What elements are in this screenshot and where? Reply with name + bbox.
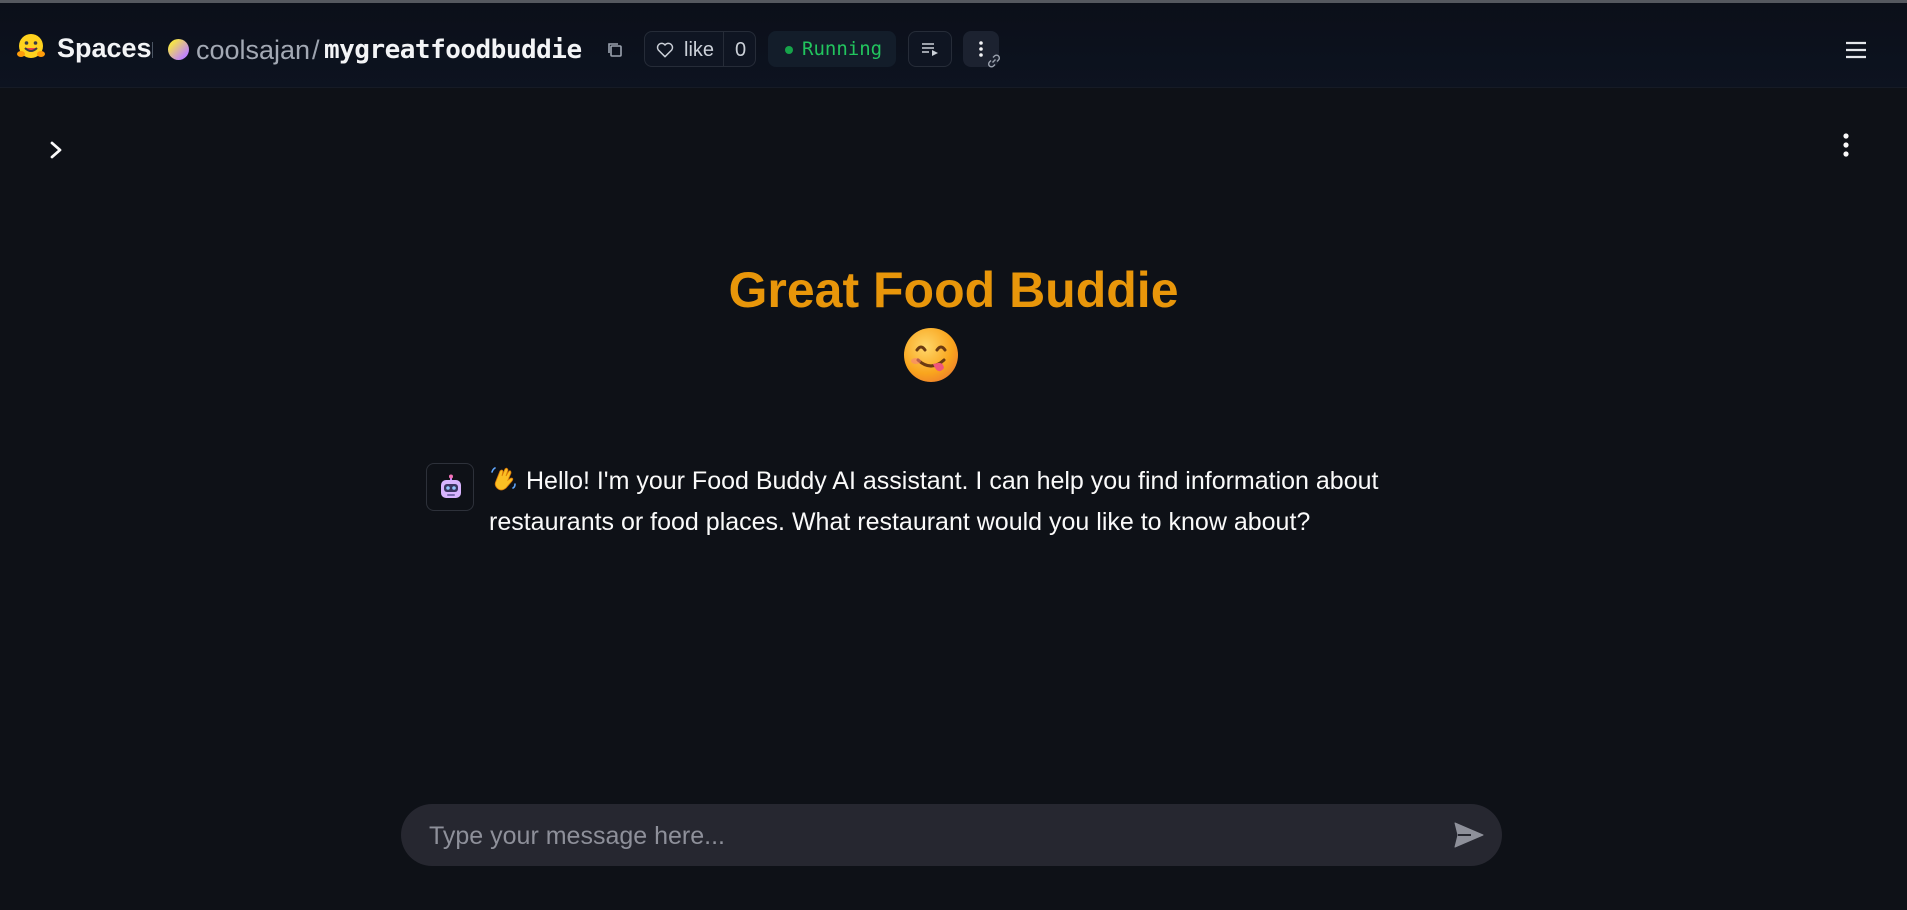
spaces-link[interactable]: Spaces [57, 32, 152, 64]
assistant-message-text: Hello! I'm your Food Buddy AI assistant.… [489, 467, 1379, 536]
heart-icon [656, 42, 674, 58]
repo-link[interactable]: mygreatfoodbuddie [324, 34, 582, 66]
robot-icon [441, 474, 461, 498]
link-icon[interactable] [986, 53, 1002, 69]
chat-input[interactable] [427, 804, 1431, 868]
waving-hand-icon [491, 467, 516, 491]
page-title: Great Food Buddie [728, 262, 1179, 318]
path-separator: / [312, 35, 320, 65]
spaces-header: Spaces coolsajan / mygreatfoodbuddie lik… [0, 3, 1907, 88]
copy-icon[interactable] [605, 40, 625, 60]
like-button[interactable]: like 0 [644, 31, 756, 67]
assistant-message: Hello! I'm your Food Buddy AI assistant.… [489, 461, 1499, 543]
logs-icon [922, 43, 938, 56]
hugging-face-logo-icon[interactable] [16, 32, 46, 62]
chat-input-container [401, 804, 1502, 868]
like-divider [723, 32, 724, 66]
app-kebab-menu-icon[interactable] [1842, 132, 1850, 158]
assistant-avatar [426, 463, 474, 511]
hamburger-menu-icon[interactable] [1844, 39, 1868, 61]
status-badge[interactable]: Running [768, 31, 896, 67]
header-divider [152, 42, 153, 58]
status-text: Running [802, 38, 883, 60]
like-count[interactable]: 0 [735, 38, 746, 62]
status-dot [785, 46, 793, 54]
logs-button[interactable] [908, 31, 952, 67]
face-savoring-food-icon [904, 328, 958, 382]
like-label: like [684, 39, 715, 61]
owner-avatar[interactable] [168, 39, 189, 60]
owner-link[interactable]: coolsajan [196, 34, 310, 66]
chevron-right-icon[interactable] [45, 139, 67, 161]
send-icon[interactable] [1453, 821, 1485, 849]
